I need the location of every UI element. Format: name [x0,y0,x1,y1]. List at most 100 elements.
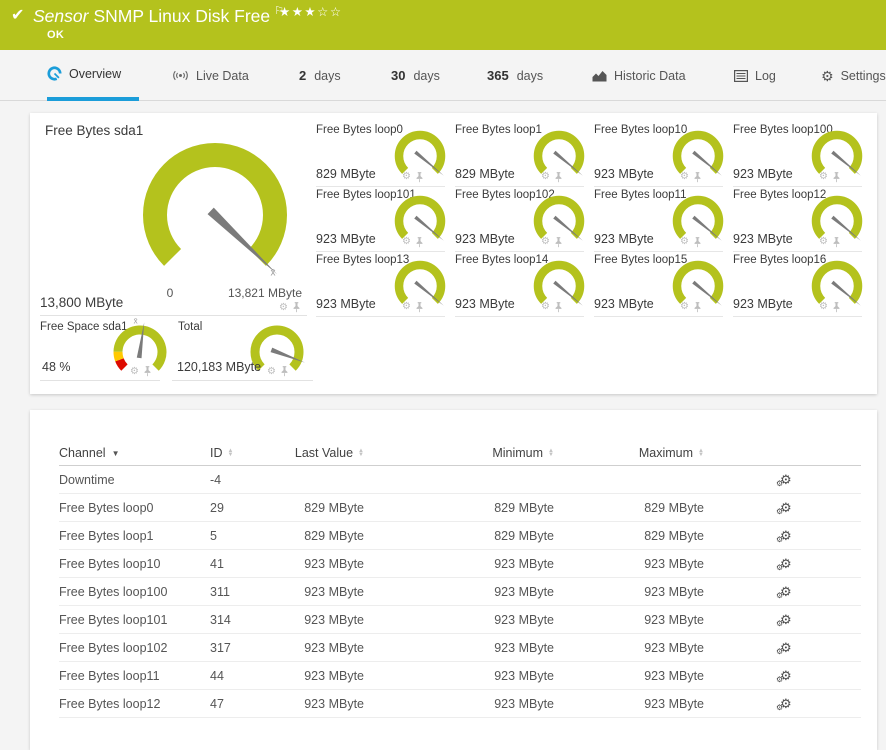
main-gauge: x̄ [120,125,310,310]
channel-settings-icon[interactable]: ⚙⚙ [780,585,792,598]
channel-settings-icon[interactable]: ⚙⚙ [780,501,792,514]
object-type-label: Sensor [33,6,88,26]
gauge-pin-icon[interactable] [415,302,424,313]
sensor-name: SNMP Linux Disk Free [93,6,270,26]
mini-gauge-cell: Free Bytes loop0829 MByte⚙ [316,122,455,187]
table-row[interactable]: Downtime-4⚙⚙ [59,466,861,494]
mini-gauge-value: 923 MByte [733,167,793,181]
mini-gauge-cell: Free Bytes loop100923 MByte⚙ [733,122,872,187]
cell-channel: Free Bytes loop10 [59,550,210,578]
gauge-settings-gear-icon[interactable]: ⚙ [541,302,550,313]
gauge-pin-icon[interactable] [554,172,563,183]
gauge-pin-icon[interactable] [693,172,702,183]
gauge-pin-icon[interactable] [693,302,702,313]
tab-2-days[interactable]: 2 days [299,50,341,101]
mini-gauge-cell: Free Bytes loop11923 MByte⚙ [594,187,733,252]
gauge-settings-gear-icon[interactable]: ⚙ [680,172,689,183]
gauge-pin-icon[interactable] [554,237,563,248]
mini-gauge-value: 923 MByte [594,167,654,181]
cell-minimum: 923 MByte [364,550,554,578]
channel-settings-icon[interactable]: ⚙⚙ [780,613,792,626]
gauge-settings-gear-icon[interactable]: ⚙ [130,367,139,377]
tab-log[interactable]: Log [734,50,776,101]
tab-historic-data[interactable]: Historic Data [592,50,686,101]
column-header-maximum[interactable]: Maximum▲▼ [554,440,704,466]
channel-settings-icon[interactable]: ⚙⚙ [780,669,792,682]
cell-channel: Free Bytes loop12 [59,690,210,718]
gauge-settings-gear-icon[interactable]: ⚙ [819,172,828,183]
gauge-pin-icon[interactable] [415,172,424,183]
channel-table: Channel▼ ID▲▼ Last Value▲▼ Minimum▲▼ Max… [59,440,861,718]
channel-settings-icon[interactable]: ⚙⚙ [780,641,792,654]
gauge-pin-icon[interactable] [143,366,152,377]
gauge-settings-gear-icon[interactable]: ⚙ [541,172,550,183]
channel-settings-icon[interactable]: ⚙⚙ [780,529,792,542]
gauge-pin-icon[interactable] [554,302,563,313]
gauge-settings-gear-icon[interactable]: ⚙ [680,302,689,313]
mini-gauge-icons: ⚙ [680,172,702,183]
cell-actions: ⚙⚙ [704,662,861,690]
gauge-pin-icon[interactable] [280,366,289,377]
tab-label: Overview [69,67,121,81]
gauge-settings-gear-icon[interactable]: ⚙ [402,302,411,313]
mini-gauge-icons: ⚙ [541,172,563,183]
mini-gauge-cell: Free Bytes loop16923 MByte⚙ [733,252,872,317]
channel-settings-icon[interactable]: ⚙⚙ [780,697,792,710]
column-header-last-value[interactable]: Last Value▲▼ [294,440,364,466]
divider [40,380,160,381]
table-row[interactable]: Free Bytes loop1041923 MByte923 MByte923… [59,550,861,578]
cell-maximum: 923 MByte [554,578,704,606]
gauge-settings-gear-icon[interactable]: ⚙ [819,302,828,313]
tab-365-days[interactable]: 365 days [487,50,543,101]
column-header-minimum[interactable]: Minimum▲▼ [364,440,554,466]
tab-settings[interactable]: ⚙ Settings [821,50,886,101]
table-row[interactable]: Free Bytes loop100311923 MByte923 MByte9… [59,578,861,606]
gauge-pin-icon[interactable] [693,237,702,248]
channel-settings-icon[interactable]: ⚙⚙ [780,557,792,570]
cell-actions: ⚙⚙ [704,606,861,634]
column-header-id[interactable]: ID▲▼ [210,440,294,466]
tab-overview[interactable]: Overview [47,50,139,101]
gauge-pin-icon[interactable] [832,302,841,313]
cell-id: 44 [210,662,294,690]
gauge-pin-icon[interactable] [832,237,841,248]
cell-id: 317 [210,634,294,662]
gauge-pin-icon[interactable] [292,302,301,313]
total-title: Total [178,321,202,333]
tab-30-days[interactable]: 30 days [391,50,440,101]
column-header-channel[interactable]: Channel▼ [59,440,210,466]
gauge-settings-gear-icon[interactable]: ⚙ [402,172,411,183]
mini-gauge-value: 923 MByte [594,232,654,246]
cell-maximum: 923 MByte [554,606,704,634]
cell-channel: Free Bytes loop0 [59,494,210,522]
cell-maximum: 829 MByte [554,494,704,522]
mini-gauge-cell: Free Bytes loop10923 MByte⚙ [594,122,733,187]
mini-gauge-icons: ⚙ [680,237,702,248]
log-list-icon [734,70,748,82]
gauge-settings-gear-icon[interactable]: ⚙ [819,237,828,248]
priority-stars[interactable]: ★★★☆☆ [279,4,343,19]
tab-live-data[interactable]: Live Data [172,50,249,101]
channel-settings-icon[interactable]: ⚙⚙ [780,473,792,486]
gauge-settings-gear-icon[interactable]: ⚙ [279,303,288,313]
cell-id: 5 [210,522,294,550]
table-row[interactable]: Free Bytes loop101314923 MByte923 MByte9… [59,606,861,634]
gauge-settings-gear-icon[interactable]: ⚙ [267,367,276,377]
mini-gauge-value: 829 MByte [316,167,376,181]
table-row[interactable]: Free Bytes loop029829 MByte829 MByte829 … [59,494,861,522]
gauge-pin-icon[interactable] [832,172,841,183]
table-row[interactable]: Free Bytes loop15829 MByte829 MByte829 M… [59,522,861,550]
table-row[interactable]: Free Bytes loop1144923 MByte923 MByte923… [59,662,861,690]
table-row[interactable]: Free Bytes loop102317923 MByte923 MByte9… [59,634,861,662]
stars-filled: ★★★ [279,5,317,19]
gauge-settings-gear-icon[interactable]: ⚙ [541,237,550,248]
mini-gauge-value: 923 MByte [733,232,793,246]
mini-gauge-value: 829 MByte [455,167,515,181]
mini-gauge-cell: Free Bytes loop14923 MByte⚙ [455,252,594,317]
gauge-settings-gear-icon[interactable]: ⚙ [402,237,411,248]
gauge-pin-icon[interactable] [415,237,424,248]
tab-number: 30 [391,68,405,83]
table-row[interactable]: Free Bytes loop1247923 MByte923 MByte923… [59,690,861,718]
sort-both-icon: ▲▼ [548,449,554,458]
gauge-settings-gear-icon[interactable]: ⚙ [680,237,689,248]
